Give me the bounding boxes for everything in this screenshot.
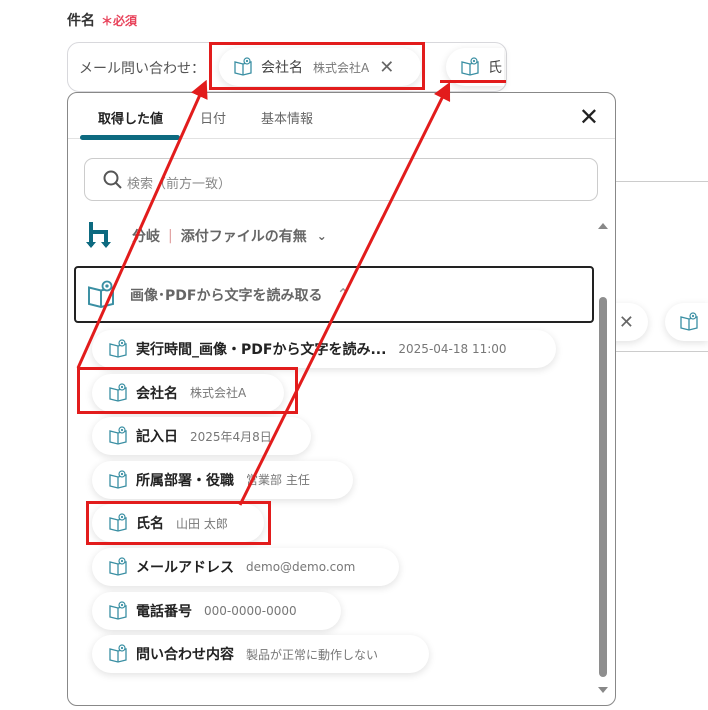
list-item[interactable]: メールアドレス demo@demo.com (92, 548, 399, 586)
active-tab-indicator (80, 135, 180, 140)
book-icon (86, 280, 116, 310)
book-icon (108, 557, 128, 577)
book-icon (108, 426, 128, 446)
scrollbar-thumb[interactable] (599, 297, 607, 677)
annotation-underline (440, 80, 506, 83)
annotation-box (86, 501, 271, 545)
chevron-up-icon: ⌃ (336, 285, 350, 304)
book-icon (108, 339, 128, 359)
field-label: 件名 ＊必須 (67, 13, 138, 29)
scrollbar[interactable] (597, 223, 609, 693)
list-item[interactable]: 問い合わせ内容 製品が正常に動作しない (92, 635, 429, 674)
tab-bar: 取得した値 日付 基本情報 ✕ (68, 93, 615, 140)
background-chip[interactable] (665, 303, 708, 341)
background-divider (616, 351, 708, 352)
book-icon (679, 312, 699, 332)
close-icon[interactable]: ✕ (579, 103, 599, 131)
annotation-box (77, 367, 298, 414)
book-icon (460, 57, 480, 77)
background-divider (616, 181, 708, 182)
branch-group-header[interactable]: 分岐 | 添付ファイルの有無 ⌄ (86, 221, 327, 251)
annotation-box (209, 42, 425, 90)
ocr-section-header[interactable]: 画像･PDFから文字を読み取る ⌃ (74, 266, 594, 323)
book-icon (108, 470, 128, 490)
subject-prefix: メール問い合わせ： (79, 61, 205, 77)
tab-acquired-values[interactable]: 取得した値 (98, 108, 163, 127)
book-icon (108, 644, 128, 664)
close-icon[interactable]: ✕ (619, 312, 634, 333)
required-badge: ＊必須 (101, 14, 138, 28)
search-input[interactable]: 検索（前方一致） (84, 158, 598, 201)
tab-basic-info[interactable]: 基本情報 (261, 108, 313, 127)
list-item[interactable]: 実行時間_画像・PDFから文字を読み... 2025-04-18 11:00 (92, 330, 556, 368)
book-icon (108, 601, 128, 621)
tab-date[interactable]: 日付 (200, 108, 226, 127)
branch-icon (86, 222, 111, 248)
list-item[interactable]: 記入日 2025年4月8日 (92, 417, 311, 456)
list-item[interactable]: 所属部署・役職 営業部 主任 (92, 460, 353, 499)
list-item[interactable]: 電話番号 000-0000-0000 (92, 591, 341, 630)
search-icon (103, 170, 122, 189)
chevron-down-icon: ⌄ (316, 229, 327, 243)
